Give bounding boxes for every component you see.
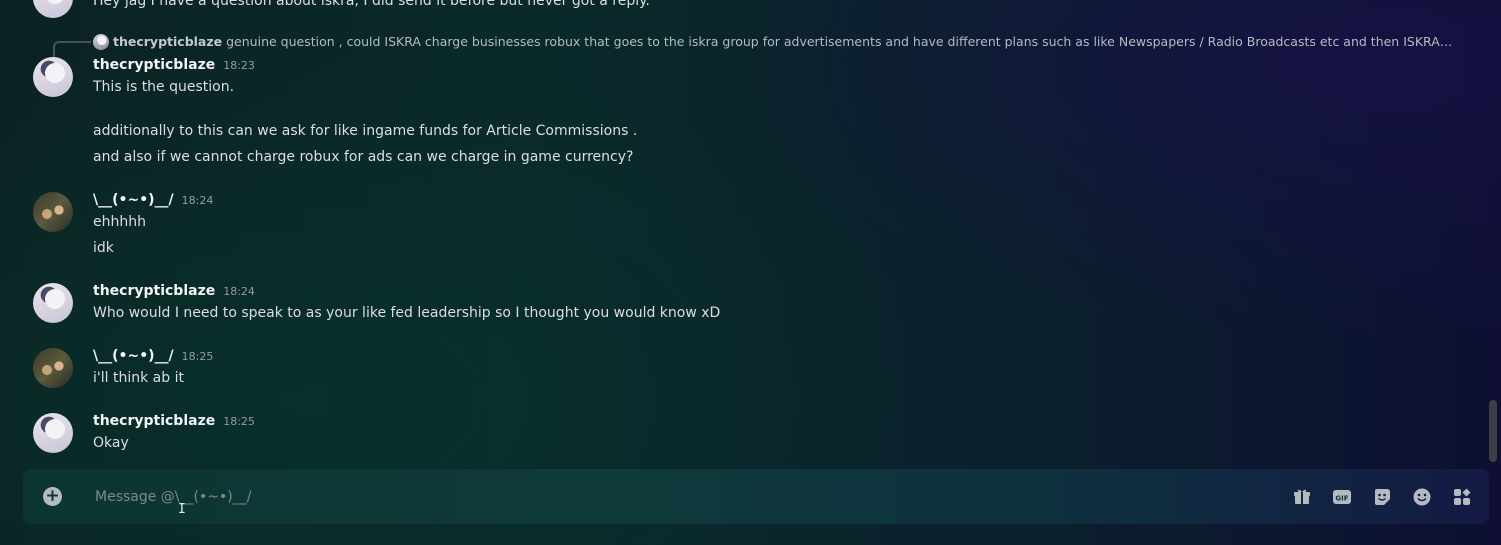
- message-header: \__(•~•)__/ 18:24: [93, 192, 213, 208]
- message-header: thecrypticblaze 18:23: [93, 57, 255, 73]
- emoji-icon[interactable]: [1412, 487, 1432, 507]
- timestamp: 18:25: [223, 415, 255, 428]
- message-text: Okay: [93, 435, 129, 451]
- reply-text: genuine question , could ISKRA charge bu…: [226, 34, 1453, 49]
- text-cursor-icon: I: [178, 502, 186, 517]
- message-composer: + GIF: [23, 469, 1489, 524]
- gif-icon[interactable]: GIF: [1332, 487, 1352, 507]
- gift-icon[interactable]: [1292, 487, 1312, 507]
- avatar[interactable]: [33, 57, 73, 97]
- message-header: thecrypticblaze 18:25: [93, 413, 255, 429]
- sticker-icon[interactable]: [1372, 487, 1392, 507]
- message-text: additionally to this can we ask for like…: [93, 123, 638, 139]
- message-header: thecrypticblaze 18:24: [93, 283, 255, 299]
- message-text: and also if we cannot charge robux for a…: [93, 149, 634, 165]
- avatar[interactable]: [33, 348, 73, 388]
- message-text: ehhhhh: [93, 214, 146, 230]
- timestamp: 18:23: [223, 59, 255, 72]
- message-text: Who would I need to speak to as your lik…: [93, 305, 721, 321]
- reply-preview[interactable]: thecrypticblaze genuine question , could …: [113, 34, 1453, 49]
- timestamp: 18:24: [223, 285, 255, 298]
- scrollbar-thumb[interactable]: [1489, 400, 1497, 462]
- message-text: idk: [93, 240, 114, 256]
- username[interactable]: thecrypticblaze: [93, 57, 215, 73]
- message-header: \__(•~•)__/ 18:25: [93, 348, 213, 364]
- message-text: i'll think ab it: [93, 370, 184, 386]
- timestamp: 18:24: [181, 194, 214, 207]
- avatar[interactable]: [33, 413, 73, 453]
- username[interactable]: thecrypticblaze: [93, 413, 215, 429]
- apps-icon[interactable]: [1452, 487, 1472, 507]
- upload-plus-button[interactable]: +: [43, 487, 62, 506]
- svg-text:GIF: GIF: [1335, 495, 1348, 503]
- username[interactable]: thecrypticblaze: [93, 283, 215, 299]
- message-text: Hey jag I have a question about iskra, I…: [93, 0, 650, 9]
- username[interactable]: \__(•~•)__/: [93, 348, 174, 364]
- avatar[interactable]: [33, 192, 73, 232]
- message-list[interactable]: Hey jag I have a question about iskra, I…: [0, 0, 1501, 462]
- reply-username[interactable]: thecrypticblaze: [113, 34, 222, 49]
- timestamp: 18:25: [181, 350, 214, 363]
- message-text: This is the question.: [93, 79, 235, 95]
- username[interactable]: \__(•~•)__/: [93, 192, 174, 208]
- reply-connector: [53, 41, 91, 57]
- reply-avatar[interactable]: [93, 34, 109, 50]
- message-input[interactable]: [93, 483, 1247, 511]
- avatar[interactable]: [33, 0, 73, 18]
- avatar[interactable]: [33, 283, 73, 323]
